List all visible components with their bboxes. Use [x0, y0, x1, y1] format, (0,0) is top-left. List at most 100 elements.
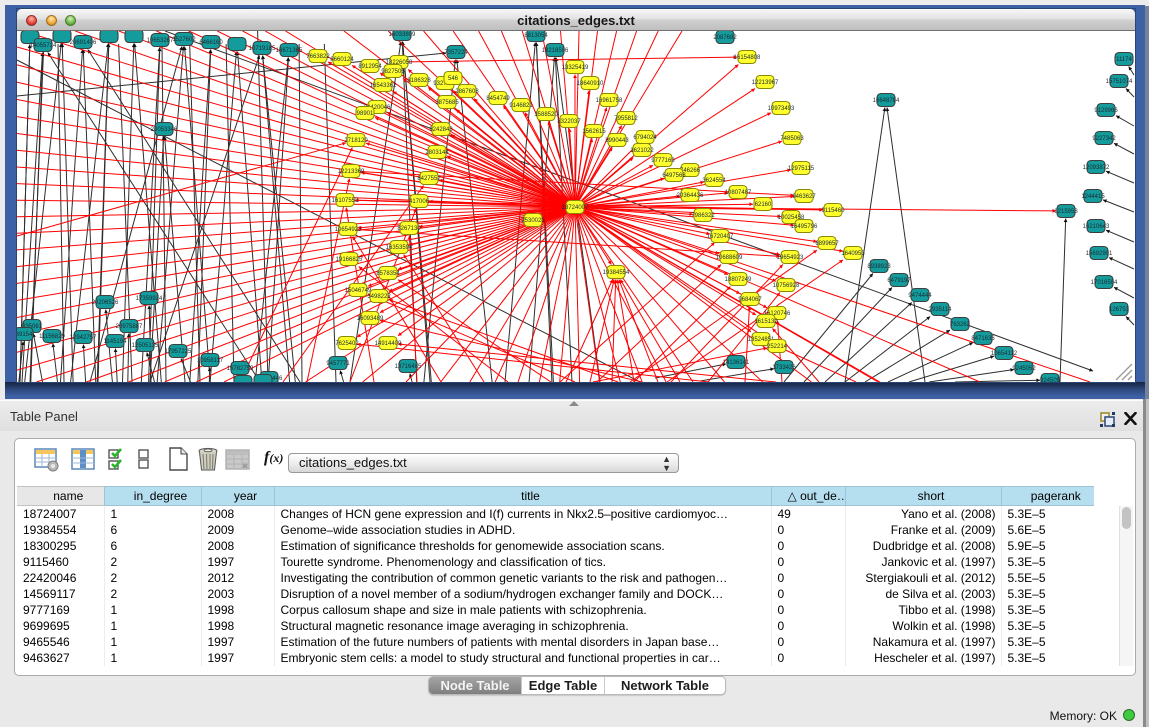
svg-text:9777169: 9777169 — [651, 158, 675, 164]
svg-text:9684067: 9684067 — [738, 297, 762, 303]
svg-text:3624554: 3624554 — [702, 178, 726, 184]
svg-text:12093872: 12093872 — [1083, 165, 1110, 171]
svg-text:2087682: 2087682 — [713, 35, 737, 41]
svg-text:1527602: 1527602 — [172, 37, 196, 43]
svg-text:10958117: 10958117 — [197, 358, 224, 364]
svg-text:16961758: 16961758 — [596, 98, 623, 104]
svg-text:2718120: 2718120 — [344, 138, 368, 144]
svg-text:16648784: 16648784 — [873, 98, 900, 104]
svg-text:546: 546 — [448, 76, 459, 82]
svg-text:18724007: 18724007 — [562, 205, 589, 211]
svg-text:62160: 62160 — [755, 202, 772, 208]
svg-text:16720407: 16720407 — [707, 234, 734, 240]
svg-text:13325419: 13325419 — [562, 65, 589, 71]
svg-text:20691406: 20691406 — [70, 40, 97, 46]
svg-text:8660124: 8660124 — [330, 57, 354, 63]
svg-text:8912954: 8912954 — [358, 64, 382, 70]
svg-text:20053346: 20053346 — [151, 127, 178, 133]
svg-text:16671365: 16671365 — [276, 48, 303, 54]
svg-text:7986322: 7986322 — [691, 213, 715, 219]
svg-text:9227342: 9227342 — [1092, 136, 1116, 142]
svg-text:18640910: 18640910 — [577, 81, 604, 87]
svg-text:10654112: 10654112 — [991, 351, 1018, 357]
svg-text:10654923: 10654923 — [335, 227, 362, 233]
svg-text:9129966: 9129966 — [1094, 108, 1118, 114]
svg-text:17957225: 17957225 — [165, 349, 192, 355]
svg-text:3498222: 3498222 — [367, 294, 391, 300]
svg-text:17359924: 17359924 — [136, 296, 163, 302]
svg-text:15692901: 15692901 — [1086, 251, 1113, 257]
svg-text:6794024: 6794024 — [633, 135, 657, 141]
svg-text:8427552: 8427552 — [417, 176, 441, 182]
svg-text:8322037: 8322037 — [557, 119, 581, 125]
svg-text:1562615: 1562615 — [582, 129, 606, 135]
svg-text:9827505: 9827505 — [381, 69, 405, 75]
svg-text:11156829: 11156829 — [39, 334, 65, 340]
svg-text:924505: 924505 — [1040, 378, 1061, 382]
svg-text:10807487: 10807487 — [725, 190, 752, 196]
svg-text:10688609: 10688609 — [716, 255, 743, 261]
svg-text:8186328: 8186328 — [407, 78, 431, 84]
svg-text:126753: 126753 — [1109, 307, 1130, 313]
svg-text:1621022: 1621022 — [630, 148, 654, 154]
svg-text:17016504: 17016504 — [1091, 280, 1118, 286]
svg-text:417006: 417006 — [409, 199, 430, 205]
svg-text:16353594: 16353594 — [386, 245, 413, 251]
svg-text:8813054: 8813054 — [524, 33, 548, 39]
svg-text:16107553: 16107553 — [332, 198, 359, 204]
svg-text:12975115: 12975115 — [788, 166, 815, 172]
svg-text:9115460: 9115460 — [822, 208, 846, 214]
svg-text:1615132: 1615132 — [754, 319, 778, 325]
svg-text:20364436: 20364436 — [677, 193, 704, 199]
svg-text:16543362: 16543362 — [370, 83, 397, 89]
svg-text:1733426: 1733426 — [772, 365, 796, 371]
svg-text:9242843: 9242843 — [429, 127, 453, 133]
svg-text:20206526: 20206526 — [92, 300, 119, 306]
svg-text:18807249: 18807249 — [725, 277, 752, 283]
svg-text:2803144: 2803144 — [425, 150, 449, 156]
svg-text:7663822: 7663822 — [306, 54, 330, 60]
svg-text:1145194: 1145194 — [104, 339, 128, 345]
svg-text:14055724: 14055724 — [30, 43, 57, 49]
svg-text:9146821: 9146821 — [509, 103, 533, 109]
svg-text:2935114: 2935114 — [929, 307, 953, 313]
svg-text:98901: 98901 — [357, 111, 374, 117]
svg-text:7485063: 7485063 — [780, 136, 804, 142]
svg-text:11174: 11174 — [1116, 57, 1132, 63]
svg-text:3875685: 3875685 — [435, 100, 459, 106]
svg-text:9457771: 9457771 — [326, 361, 350, 367]
svg-text:7357224: 7357224 — [444, 50, 468, 56]
svg-text:6479197: 6479197 — [887, 278, 911, 284]
svg-text:6497568: 6497568 — [662, 173, 686, 179]
svg-text:16495796: 16495796 — [791, 224, 818, 230]
svg-text:10973493: 10973493 — [768, 106, 795, 112]
svg-text:20975887: 20975887 — [116, 324, 143, 330]
svg-text:16093489: 16093489 — [357, 316, 384, 322]
svg-text:9474444: 9474444 — [908, 293, 932, 299]
svg-text:7955812: 7955812 — [614, 116, 638, 122]
svg-text:12213369: 12213369 — [338, 169, 365, 175]
svg-text:252214: 252214 — [767, 344, 788, 350]
svg-text:10756928: 10756928 — [773, 283, 800, 289]
svg-text:1244415: 1244415 — [1081, 194, 1105, 200]
svg-text:19654923: 19654923 — [777, 255, 804, 261]
svg-text:8938923: 8938923 — [867, 264, 891, 270]
svg-text:10653267: 10653267 — [147, 38, 174, 44]
svg-text:9463627: 9463627 — [792, 194, 816, 200]
svg-text:8454749: 8454749 — [486, 96, 510, 102]
svg-text:2867608: 2867608 — [455, 89, 479, 95]
svg-text:13716485: 13716485 — [395, 364, 422, 370]
svg-text:39154: 39154 — [17, 332, 33, 338]
svg-text:9245052: 9245052 — [1012, 366, 1036, 372]
svg-text:8471636: 8471636 — [971, 336, 995, 342]
svg-text:14914409: 14914409 — [375, 341, 402, 347]
svg-text:2530023: 2530023 — [521, 218, 545, 224]
svg-text:12505135: 12505135 — [132, 343, 159, 349]
svg-text:16210643: 16210643 — [1083, 224, 1110, 230]
svg-text:1588520: 1588520 — [534, 112, 558, 118]
svg-text:8267130: 8267130 — [397, 226, 421, 232]
svg-text:6466160: 6466160 — [199, 40, 223, 46]
svg-text:12213967: 12213967 — [752, 80, 779, 86]
svg-text:6899657: 6899657 — [815, 241, 839, 247]
svg-text:16782759: 16782759 — [227, 366, 254, 372]
